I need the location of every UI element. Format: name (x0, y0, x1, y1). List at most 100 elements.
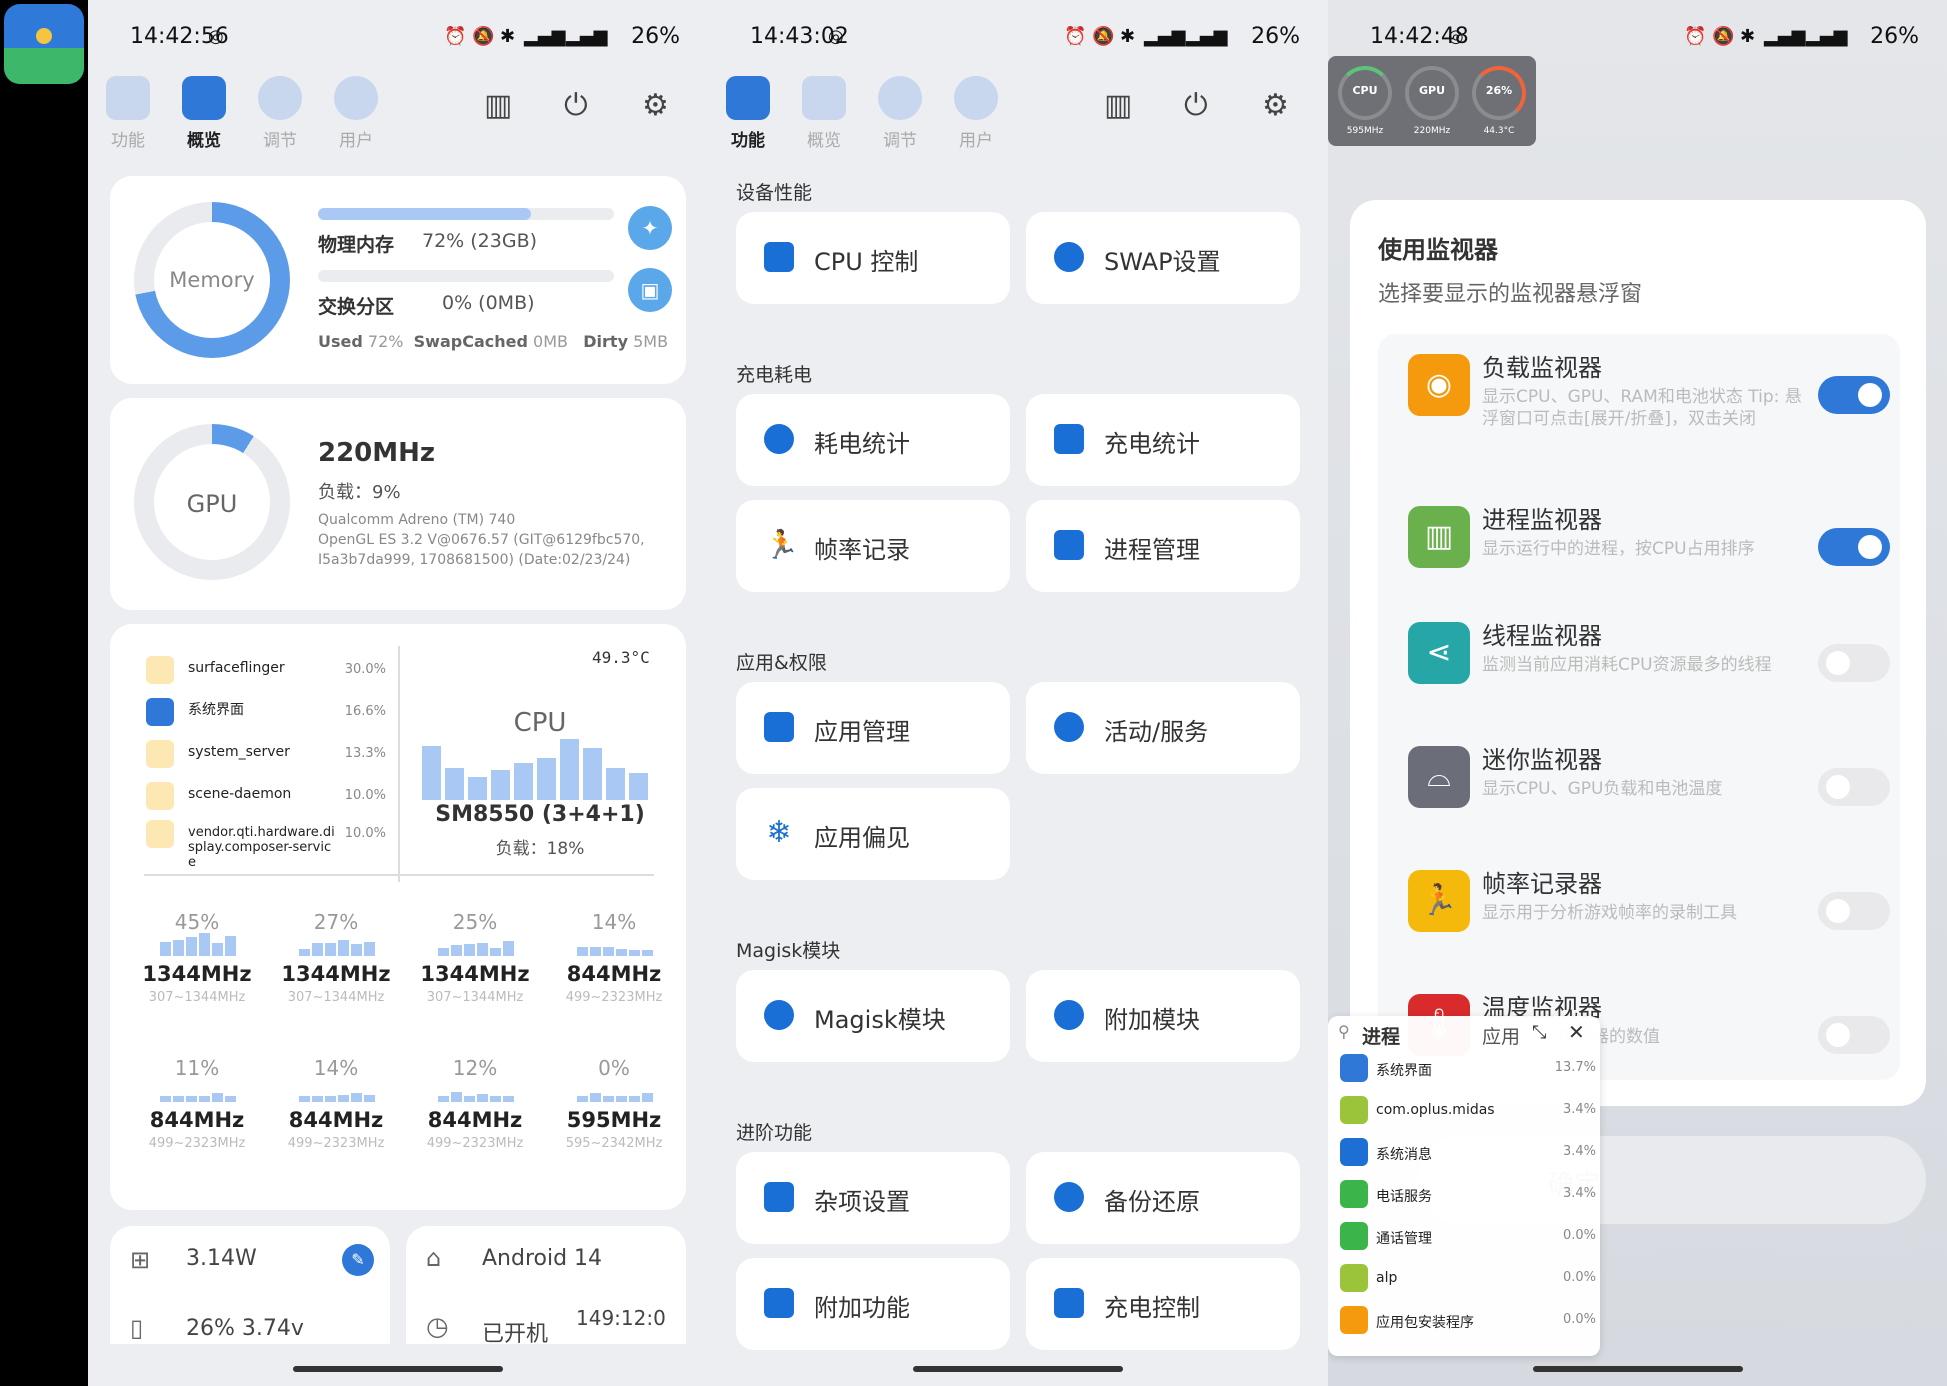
hexagon-icon (878, 76, 922, 120)
core-load-bar (312, 1096, 323, 1102)
addon-module-button[interactable]: 附加模块 (1026, 970, 1300, 1062)
grid-icon (726, 76, 770, 120)
float-process-row: 系统消息 3.4% (1340, 1136, 1596, 1170)
float-process-row: 电话服务 3.4% (1340, 1178, 1596, 1212)
settings-icon[interactable]: ⚙ (1262, 88, 1289, 123)
tab-overview[interactable]: 概览 (784, 70, 864, 151)
collapse-icon[interactable]: ⤡ (1532, 1022, 1546, 1043)
signal-icon: ▂▄▆ (1144, 26, 1186, 47)
tab-user[interactable]: 用户 (936, 70, 1016, 151)
alarm-icon: ⏰ (1684, 26, 1706, 47)
cpu-history-bar (629, 773, 648, 800)
core-load-bar (351, 944, 362, 956)
mini-monitor[interactable]: CPU 595MHz GPU 220MHz 26% 44.3°C (1328, 56, 1536, 146)
home-indicator[interactable] (293, 1366, 503, 1372)
core-load-bar (616, 949, 627, 956)
core-load-bar (490, 1096, 501, 1102)
cpu-core-cell: 11% 844MHz 499~2323MHz (132, 1056, 262, 1186)
core-load-bar (477, 943, 488, 956)
settings-icon[interactable]: ⚙ (642, 88, 669, 123)
core-load-bar (199, 933, 210, 956)
close-icon[interactable]: ✕ (1568, 1020, 1585, 1044)
app-icon[interactable] (4, 4, 84, 84)
storage-icon: ▣ (641, 278, 660, 302)
chip-icon (764, 242, 794, 272)
tab-tuning[interactable]: 调节 (240, 70, 320, 151)
cpu-card[interactable]: surfaceflinger 30.0% 系统界面 16.6% system_ser… (110, 624, 686, 1210)
apps-grid-icon (764, 712, 794, 742)
pin-icon[interactable]: ⚲ (1338, 1022, 1350, 1041)
tab-tuning[interactable]: 调节 (860, 70, 940, 151)
gpu-card[interactable]: GPU 220MHz 负载：9% Qualcomm Adreno (TM) 74… (110, 398, 686, 610)
tab-apps[interactable]: 应用 (1482, 1022, 1520, 1049)
runner-icon: 🏃 (764, 530, 794, 560)
status-bar: 14:43:02 ◎ ⏰ 🔕 ✱ ▂▄▆ ▂▄▆ 26% (708, 0, 1328, 70)
tab-overview[interactable]: 概览 (164, 70, 244, 151)
cpu-history-bar (514, 763, 533, 800)
stats-icon[interactable]: ▥ (484, 88, 512, 123)
load-monitor-toggle[interactable] (1818, 376, 1890, 414)
process-monitor-toggle[interactable] (1818, 528, 1890, 566)
tab-functions[interactable]: 功能 (88, 70, 168, 151)
broom-icon: ✦ (642, 216, 659, 240)
fps-record-button[interactable]: 🏃 帧率记录 (736, 500, 1010, 592)
stats-icon[interactable]: ▥ (1104, 88, 1132, 123)
charge-stats-button[interactable]: 充电统计 (1026, 394, 1300, 486)
core-load-bar (464, 1096, 475, 1102)
fps-recorder-item[interactable]: 🏃 帧率记录器 显示用于分析游戏帧率的录制工具 (1408, 864, 1888, 974)
power-icon[interactable]: ⏻ (564, 88, 588, 123)
core-load-bar (160, 1096, 171, 1102)
core-load-bar (299, 949, 310, 956)
float-process-row: com.oplus.midas 3.4% (1340, 1094, 1596, 1128)
hexagon-icon (258, 76, 302, 120)
core-load-bar (299, 1096, 310, 1102)
clean-button[interactable]: ✦ (628, 206, 672, 250)
misc-settings-button[interactable]: 杂项设置 (736, 1152, 1010, 1244)
core-load-bar (312, 943, 323, 956)
temp-monitor-toggle[interactable] (1818, 1016, 1890, 1054)
activity-service-button[interactable]: 活动/服务 (1026, 682, 1300, 774)
power-stats-button[interactable]: 耗电统计 (736, 394, 1010, 486)
core-load-bar (438, 948, 449, 956)
mini-monitor-toggle[interactable] (1818, 768, 1890, 806)
user-icon (334, 76, 378, 120)
cpu-control-button[interactable]: CPU 控制 (736, 212, 1010, 304)
addon-function-button[interactable]: 附加功能 (736, 1258, 1010, 1350)
tab-user[interactable]: 用户 (316, 70, 396, 151)
process-manage-button[interactable]: 进程管理 (1026, 500, 1300, 592)
thread-monitor-toggle[interactable] (1818, 644, 1890, 682)
thread-monitor-item[interactable]: ⋖ 线程监视器 监测当前应用消耗CPU资源最多的线程 (1408, 616, 1888, 726)
cpu-history-bars (422, 728, 652, 800)
signal2-icon: ▂▄▆ (1186, 26, 1228, 47)
power-icon[interactable]: ⏻ (1184, 88, 1208, 123)
android-icon (4, 48, 84, 84)
core-load-bar (590, 1093, 601, 1102)
process-monitor-item[interactable]: ▥ 进程监视器 显示运行中的进程，按CPU占用排序 (1408, 500, 1888, 610)
app-bias-button[interactable]: ❄ 应用偏见 (736, 788, 1010, 880)
app-manage-button[interactable]: 应用管理 (736, 682, 1010, 774)
core-load-bar (503, 941, 514, 956)
swap-button[interactable]: ▣ (628, 268, 672, 312)
core-load-bar (364, 942, 375, 956)
edit-button[interactable]: ✎ (342, 1244, 374, 1276)
mute-icon: 🔕 (1712, 26, 1734, 47)
top-nav: 功能 概览 调节 用户 ▥ ⏻ ⚙ (708, 70, 1328, 150)
memory-card[interactable]: Memory 物理内存 72% (23GB) 交换分区 0% (0MB) Use… (110, 176, 686, 384)
core-load-bar (577, 947, 588, 956)
magisk-module-button[interactable]: Magisk模块 (736, 970, 1010, 1062)
monitor-dialog: 使用监视器 选择要显示的监视器悬浮窗 ◉ 负载监视器 显示CPU、GPU、RAM… (1350, 200, 1926, 1106)
load-monitor-item[interactable]: ◉ 负载监视器 显示CPU、GPU、RAM和电池状态 Tip: 悬浮窗口可点击[… (1408, 348, 1888, 458)
charge-control-button[interactable]: 充电控制 (1026, 1258, 1300, 1350)
home-indicator[interactable] (1533, 1366, 1743, 1372)
backup-restore-button[interactable]: 备份还原 (1026, 1152, 1300, 1244)
home-indicator[interactable] (913, 1366, 1123, 1372)
tab-functions[interactable]: 功能 (708, 70, 788, 151)
process-row: surfaceflinger 30.0% (146, 656, 386, 686)
mini-monitor-item[interactable]: ⌓ 迷你监视器 显示CPU、GPU负载和电池温度 (1408, 740, 1888, 850)
core-load-bar (325, 1096, 336, 1102)
swap-settings-button[interactable]: SWAP设置 (1026, 212, 1300, 304)
process-float-window[interactable]: ⚲ 进程 应用 ⤡ ✕ 系统界面 13.7% com.oplus.midas 3.4%… (1328, 1016, 1600, 1356)
fps-recorder-toggle[interactable] (1818, 892, 1890, 930)
snowflake-icon: ❄ (764, 818, 794, 848)
clock-icon: ◷ (426, 1312, 449, 1342)
